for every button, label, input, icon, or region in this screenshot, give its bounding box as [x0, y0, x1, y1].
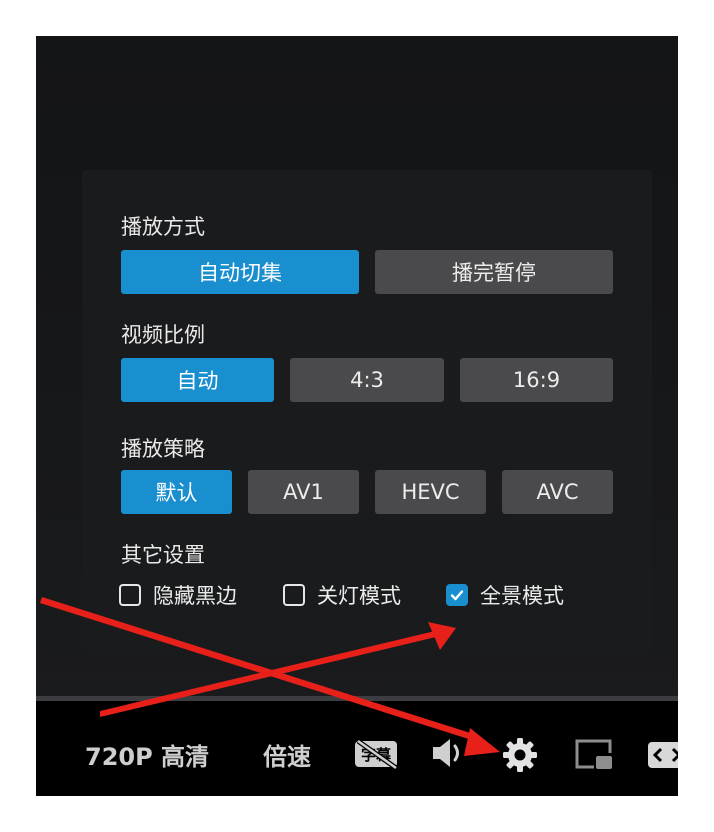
strategy-avc-button[interactable]: AVC	[502, 470, 613, 514]
play-mode-title: 播放方式	[121, 215, 205, 239]
hide-black-border-checkbox[interactable]: 隐藏黑边	[119, 582, 237, 608]
checkbox-label: 全景模式	[480, 584, 564, 608]
check-icon	[450, 590, 464, 601]
gear-icon[interactable]	[500, 735, 540, 775]
play-mode-pause-after-button[interactable]: 播完暂停	[375, 250, 613, 294]
volume-icon[interactable]	[428, 735, 468, 771]
widescreen-icon[interactable]	[646, 737, 678, 773]
aspect-16-9-button[interactable]: 16:9	[460, 358, 613, 402]
checkbox-box[interactable]	[283, 584, 305, 606]
strategy-av1-button[interactable]: AV1	[248, 470, 359, 514]
panorama-checkbox[interactable]: 全景模式	[446, 582, 564, 608]
checkbox-box[interactable]	[446, 584, 468, 606]
play-mode-auto-next-button[interactable]: 自动切集	[121, 250, 359, 294]
checkbox-label: 隐藏黑边	[153, 584, 237, 608]
quality-button[interactable]: 720P 高清	[85, 737, 209, 772]
speed-button[interactable]: 倍速	[263, 737, 311, 772]
aspect-ratio-title: 视频比例	[121, 323, 205, 347]
strategy-hevc-button[interactable]: HEVC	[375, 470, 486, 514]
strategy-default-button[interactable]: 默认	[121, 470, 232, 514]
lights-off-checkbox[interactable]: 关灯模式	[283, 582, 401, 608]
picture-in-picture-icon[interactable]	[574, 737, 616, 773]
checkbox-label: 关灯模式	[317, 584, 401, 608]
checkbox-box[interactable]	[119, 584, 141, 606]
other-settings-title: 其它设置	[121, 543, 205, 567]
settings-panel: 播放方式 自动切集 播完暂停 视频比例 自动 4:3 16:9 播放策略 默认 …	[82, 170, 652, 650]
aspect-auto-button[interactable]: 自动	[121, 358, 274, 402]
control-bar: 720P 高清 倍速 字幕	[36, 701, 678, 796]
strategy-title: 播放策略	[121, 437, 205, 461]
subtitle-off-icon[interactable]: 字幕	[352, 737, 402, 771]
aspect-4-3-button[interactable]: 4:3	[290, 358, 444, 402]
video-player: 播放方式 自动切集 播完暂停 视频比例 自动 4:3 16:9 播放策略 默认 …	[36, 36, 678, 796]
